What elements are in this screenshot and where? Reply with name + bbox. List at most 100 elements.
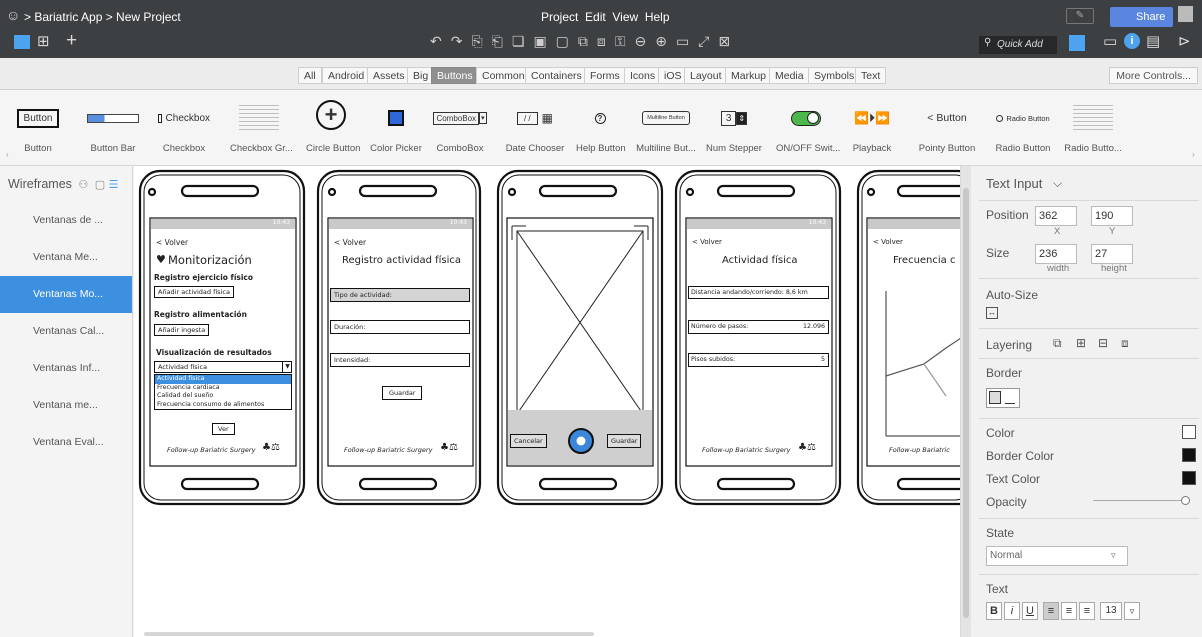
opacity-slider[interactable] (1093, 500, 1185, 506)
filter-tab-common[interactable]: Common (476, 67, 531, 84)
phone5-back[interactable]: < Volver (873, 238, 903, 246)
share-button[interactable]: Share (1110, 7, 1174, 27)
combobox-arrow-icon[interactable]: ▼ (282, 361, 292, 372)
comment-icon[interactable]: ▭ (1103, 32, 1117, 50)
save-activity-button[interactable]: Guardar (382, 386, 423, 400)
fullscreen-icon[interactable]: ⤢ (698, 33, 709, 51)
phone1-back[interactable]: < Volver (156, 238, 188, 247)
component-radio-button[interactable]: Radio Button Radio Button (992, 90, 1054, 166)
component-pointy-button[interactable]: < Button Pointy Button (918, 90, 976, 166)
redo-icon[interactable]: ↷ (451, 33, 463, 51)
activity-type-field[interactable]: Tipo de actividad: (330, 288, 470, 302)
wireframe-item[interactable]: Ventana Eval... (0, 424, 132, 461)
bold-icon[interactable]: B (986, 602, 1002, 620)
ungroup-icon[interactable]: ▢ (556, 33, 569, 51)
component-help-button[interactable]: ? Help Button (576, 90, 626, 166)
copy-icon[interactable]: ⎘ (471, 33, 482, 51)
component-num-stepper[interactable]: 3 ⇕ Num Stepper (706, 90, 762, 166)
filter-tab-all[interactable]: All (298, 67, 322, 84)
filter-tab-layout[interactable]: Layout (684, 67, 728, 84)
component-playback[interactable]: ⏪⏵⏩ Playback (846, 90, 898, 166)
add-icon[interactable]: + (66, 30, 77, 52)
duration-field[interactable]: Duración: (330, 320, 470, 334)
component-on-off-switch[interactable]: ON/OFF Swit... (776, 90, 840, 166)
phone4-back[interactable]: < Volver (692, 238, 722, 246)
panel-toggle-icon[interactable] (1069, 35, 1085, 51)
grid-toggle-icon[interactable]: ☰ (109, 179, 119, 191)
send-backward-icon[interactable]: ⊟ (1098, 336, 1108, 350)
alt-view-icon[interactable]: ⊞ (37, 32, 50, 50)
component-combobox[interactable]: ComboBox ▾ ComboBox (432, 90, 488, 166)
intensity-field[interactable]: Intensidad: (330, 353, 470, 367)
width-input[interactable]: 236 (1035, 244, 1077, 264)
filter-tab-symbols[interactable]: Symbols (808, 67, 861, 84)
position-x-input[interactable]: 362 (1035, 206, 1077, 226)
group-icon[interactable]: ▣ (533, 33, 546, 51)
inspector-type[interactable]: Text Input (986, 176, 1042, 191)
italic-icon[interactable]: i (1004, 602, 1020, 620)
camera-icon[interactable] (569, 429, 593, 453)
fill-color-swatch[interactable] (1182, 425, 1196, 439)
autosize-icon[interactable]: ↔ (986, 307, 998, 319)
shelf-scroll-left-icon[interactable]: ‹ (6, 150, 9, 159)
filter-tab-assets[interactable]: Assets (367, 67, 411, 84)
state-select[interactable]: Normal (986, 546, 1128, 566)
border-color-swatch[interactable] (1182, 448, 1196, 462)
phone2-back[interactable]: < Volver (334, 238, 366, 247)
main-menu[interactable]: Project Edit View Help (541, 10, 670, 24)
zoom-in-icon[interactable]: ⊕ (655, 33, 667, 51)
filter-tab-forms[interactable]: Forms (584, 67, 626, 84)
info-icon[interactable]: i (1124, 33, 1140, 49)
paste-icon[interactable]: ⎗ (492, 33, 503, 51)
present-icon[interactable]: ⊳ (1178, 32, 1191, 50)
bring-to-front-icon[interactable]: ⧉ (1053, 336, 1062, 351)
filter-tab-markup[interactable]: Markup (725, 67, 773, 84)
send-to-back-icon[interactable]: ⧈ (1121, 336, 1129, 351)
app-logo-icon[interactable]: ☺ (6, 7, 20, 23)
state-chevron-icon[interactable]: ▿ (1111, 550, 1116, 561)
wireframe-item[interactable]: Ventanas Inf... (0, 350, 132, 387)
back-icon[interactable]: ⧈ (597, 33, 606, 51)
component-circle-button[interactable]: + Circle Button (306, 84, 360, 160)
filter-tab-containers[interactable]: Containers (525, 67, 588, 84)
shelf-scroll-right-icon[interactable]: › (1192, 150, 1195, 159)
component-radio-button-group[interactable]: Radio Butto... (1064, 90, 1122, 166)
wireframe-item[interactable]: Ventanas Cal... (0, 313, 132, 350)
add-intake-button[interactable]: Añadir ingesta (154, 324, 210, 336)
wireframe-item[interactable]: Ventana Me... (0, 239, 132, 276)
align-left-icon[interactable]: ≡ (1043, 602, 1059, 620)
filter-tab-android[interactable]: Android (322, 67, 371, 84)
font-size-input[interactable]: 13 (1100, 602, 1122, 620)
filter-tab-buttons[interactable]: Buttons (431, 67, 479, 84)
undo-icon[interactable]: ↶ (430, 33, 442, 51)
canvas[interactable]: 10:43 < Volver ♥ Monitorización Registro… (134, 166, 960, 637)
results-combobox[interactable]: Actividad física (154, 361, 292, 373)
notes-icon[interactable]: ▤ (1146, 32, 1160, 50)
inspector-scroll-thumb[interactable] (963, 188, 969, 618)
dropdown-option[interactable]: Actividad física (155, 375, 291, 384)
filter-tab-icons[interactable]: Icons (624, 67, 662, 84)
component-color-picker[interactable]: Color Picker (370, 90, 422, 166)
delete-icon[interactable]: ⊠ (718, 33, 730, 51)
edit-toggle-icon[interactable]: ✎ (1066, 8, 1094, 24)
height-input[interactable]: 27 (1091, 244, 1133, 264)
component-checkbox-group[interactable]: Checkbox Gr... (230, 90, 293, 166)
breadcrumb[interactable]: > Bariatric App > New Project (24, 10, 181, 24)
actual-size-icon[interactable]: ▭ (676, 33, 689, 51)
component-checkbox[interactable]: Checkbox Checkbox (158, 90, 210, 166)
dropdown-option[interactable]: Frecuencia cardiaca (155, 384, 291, 393)
component-multiline-button[interactable]: Multiline Button Multiline But... (636, 90, 696, 166)
sitemap-icon[interactable]: ⚇ (78, 179, 88, 191)
wireframe-item[interactable]: Ventana me... (0, 387, 132, 424)
view-button[interactable]: Ver (212, 423, 235, 435)
filter-tab-text[interactable]: Text (855, 67, 887, 84)
position-y-input[interactable]: 190 (1091, 206, 1133, 226)
dropdown-option[interactable]: Frecuencia consumo de alimentos (155, 401, 291, 410)
opacity-slider-handle[interactable] (1181, 496, 1190, 505)
lock-icon[interactable]: ⚿ (615, 33, 626, 51)
font-size-chevron-icon[interactable]: ▿ (1124, 602, 1140, 620)
save-photo-button[interactable]: Guardar (607, 434, 642, 448)
wireframe-item[interactable]: Ventanas de ... (0, 202, 132, 239)
filter-tab-media[interactable]: Media (769, 67, 810, 84)
front-icon[interactable]: ⧉ (578, 33, 588, 51)
